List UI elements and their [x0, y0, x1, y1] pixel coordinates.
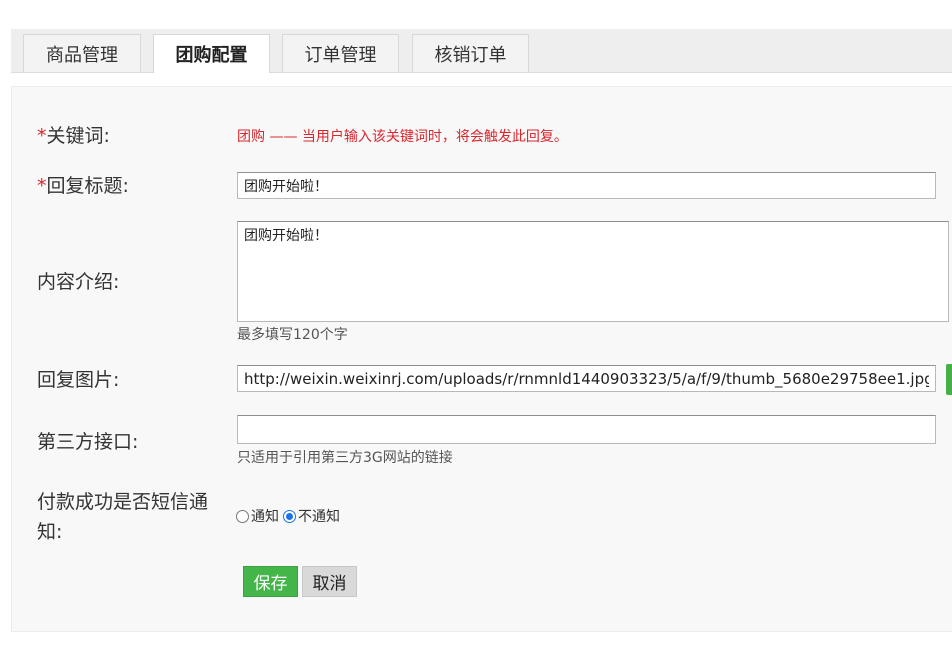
- tab-group-buy-config[interactable]: 团购配置: [153, 34, 270, 73]
- sms-notify-label-line2: 知:: [37, 521, 63, 543]
- content-label: 内容介绍:: [37, 271, 120, 293]
- tab-bar: 商品管理 团购配置 订单管理 核销订单: [11, 29, 952, 73]
- sms-notify-label: 付款成功是否短信通 知:: [37, 487, 208, 547]
- no-notify-radio[interactable]: [283, 509, 296, 523]
- third-party-label: 第三方接口:: [37, 431, 139, 453]
- reply-image-label: 回复图片:: [37, 369, 120, 391]
- content-length-note: 最多填写120个字: [237, 327, 348, 343]
- tab-product-management[interactable]: 商品管理: [23, 34, 141, 72]
- required-mark: *: [37, 125, 47, 147]
- cancel-button[interactable]: 取消: [302, 566, 357, 597]
- upload-button[interactable]: [946, 364, 952, 395]
- notify-radio[interactable]: [236, 509, 249, 523]
- no-notify-radio-label[interactable]: 不通知: [298, 506, 340, 526]
- reply-title-input[interactable]: [237, 172, 936, 199]
- notify-radio-label[interactable]: 通知: [251, 506, 279, 526]
- save-button[interactable]: 保存: [243, 566, 298, 597]
- form-panel: [11, 86, 952, 632]
- keyword-hint: 团购 —— 当用户输入该关键词时，将会触发此回复。: [237, 129, 568, 145]
- reply-title-label-text: 回复标题:: [46, 175, 129, 197]
- third-party-note: 只适用于引用第三方3G网站的链接: [237, 450, 453, 466]
- content-textarea[interactable]: 团购开始啦！: [237, 221, 949, 322]
- third-party-input[interactable]: [237, 415, 936, 444]
- sms-notify-label-line1: 付款成功是否短信通: [37, 491, 209, 513]
- reply-title-label: *回复标题:: [37, 171, 129, 201]
- required-mark: *: [37, 175, 47, 197]
- sms-notify-options: 通知 不通知: [236, 506, 340, 526]
- keyword-label-text: 关键词:: [46, 125, 110, 147]
- reply-image-input[interactable]: [237, 365, 936, 392]
- tab-verify-orders[interactable]: 核销订单: [412, 34, 529, 72]
- tab-order-management[interactable]: 订单管理: [282, 34, 399, 72]
- keyword-label: *关键词:: [37, 121, 110, 151]
